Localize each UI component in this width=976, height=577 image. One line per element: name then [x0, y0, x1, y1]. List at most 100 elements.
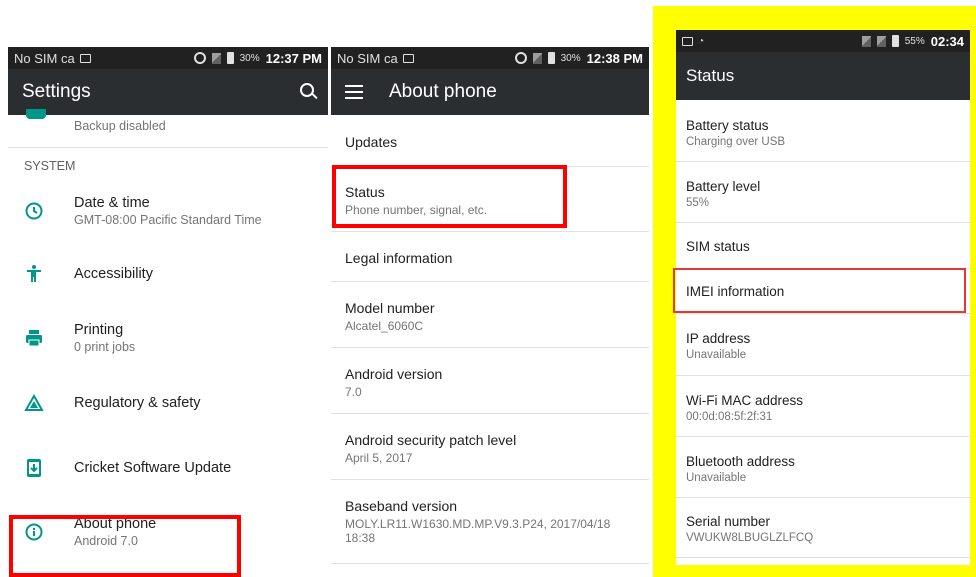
- info-icon: [25, 523, 43, 541]
- item-subtitle: Unavailable: [686, 472, 747, 484]
- item-label: Updates: [345, 134, 398, 150]
- status-bar: ◔ 55% 02:34: [676, 30, 970, 52]
- item-subtitle: VWUKW8LBUGLZLFCQ: [686, 532, 814, 544]
- clock-time: 12:37 PM: [265, 50, 322, 66]
- item-subtitle: Charging over USB: [686, 136, 786, 148]
- status-item-ip-address[interactable]: IP address Unavailable: [676, 314, 970, 376]
- item-subtitle: 55%: [686, 197, 710, 209]
- no-signal-icon: [532, 52, 542, 64]
- no-sim-icon: [876, 35, 886, 47]
- settings-item-date-time[interactable]: Date & time GMT-08:00 Pacific Standard T…: [8, 180, 328, 242]
- item-label: About phone: [74, 516, 157, 532]
- item-label: Baseband version: [345, 498, 458, 514]
- about-item-status[interactable]: Status Phone number, signal, etc.: [331, 167, 649, 232]
- item-label: Legal information: [345, 250, 453, 266]
- app-bar: Status: [676, 52, 970, 100]
- item-label: Battery status: [686, 118, 769, 133]
- app-bar: Settings: [8, 69, 328, 115]
- item-label: Regulatory & safety: [74, 395, 201, 411]
- clock-icon: [25, 202, 43, 220]
- item-subtitle: Unavailable: [686, 349, 747, 361]
- item-subtitle: 7.0: [345, 385, 362, 399]
- item-label: Cricket Software Update: [74, 460, 232, 476]
- nfc-icon: [193, 52, 206, 64]
- about-item-android-version[interactable]: Android version 7.0: [331, 348, 649, 414]
- settings-item-about-phone[interactable]: About phone Android 7.0: [8, 500, 328, 564]
- item-subtitle: MOLY.LR11.W1630.MD.MP.V9.3.P24, 2017/04/…: [345, 517, 611, 545]
- about-phone-screen: No SIM ca 30% 12:38 PM About phone Updat…: [331, 47, 649, 577]
- item-label: Accessibility: [74, 266, 153, 282]
- about-item-model[interactable]: Model number Alcatel_6060C: [331, 282, 649, 348]
- item-label: Battery level: [686, 179, 761, 194]
- page-title: Status: [686, 66, 735, 85]
- clock-time: 02:34: [930, 33, 964, 49]
- carrier-label: No SIM ca: [337, 50, 398, 66]
- item-label: Model number: [345, 300, 435, 316]
- section-header-system: SYSTEM: [24, 159, 76, 173]
- backup-item[interactable]: Backup disabled: [8, 109, 328, 148]
- carrier-label: No SIM ca: [14, 50, 75, 66]
- backup-icon: [26, 109, 46, 119]
- battery-charging-icon: [891, 35, 899, 47]
- clock-time: 12:38 PM: [586, 50, 643, 66]
- page-title: About phone: [389, 81, 497, 102]
- status-item-bluetooth[interactable]: Bluetooth address Unavailable: [676, 437, 970, 498]
- about-item-baseband[interactable]: Baseband version MOLY.LR11.W1630.MD.MP.V…: [331, 480, 649, 564]
- status-item-battery-status[interactable]: Battery status Charging over USB: [676, 100, 970, 162]
- status-list: Battery status Charging over USB Battery…: [676, 100, 970, 558]
- search-icon[interactable]: [298, 81, 320, 103]
- item-label: Serial number: [686, 514, 771, 529]
- battery-percent: 30%: [560, 52, 581, 64]
- image-notification-icon: [402, 53, 414, 63]
- status-item-wifi-mac[interactable]: Wi-Fi MAC address 00:0d:08:5f:2f:31: [676, 376, 970, 437]
- menu-icon[interactable]: [345, 84, 365, 100]
- image-notification-icon: [682, 36, 693, 46]
- item-subtitle: Phone number, signal, etc.: [345, 203, 488, 217]
- settings-screen: No SIM ca 30% 12:37 PM Settings Backup d…: [8, 47, 328, 577]
- settings-item-regulatory[interactable]: Regulatory & safety: [8, 370, 328, 436]
- item-label: Status: [345, 184, 385, 200]
- item-subtitle: April 5, 2017: [345, 451, 413, 465]
- item-subtitle: 00:0d:08:5f:2f:31: [686, 411, 773, 423]
- item-label: Date & time: [74, 195, 150, 211]
- item-label: Android security patch level: [345, 432, 517, 448]
- item-subtitle: Android 7.0: [74, 534, 138, 548]
- regulatory-icon: [24, 393, 44, 411]
- status-item-serial[interactable]: Serial number VWUKW8LBUGLZLFCQ: [676, 498, 970, 558]
- status-bar: No SIM ca 30% 12:37 PM: [8, 47, 328, 69]
- status-item-battery-level[interactable]: Battery level 55%: [676, 162, 970, 223]
- settings-item-software-update[interactable]: Cricket Software Update: [8, 436, 328, 500]
- status-item-imei[interactable]: IMEI information: [676, 269, 970, 314]
- item-label: Printing: [74, 322, 124, 338]
- about-item-legal[interactable]: Legal information: [331, 232, 649, 282]
- settings-item-accessibility[interactable]: Accessibility: [8, 242, 328, 306]
- print-icon: [26, 330, 42, 347]
- wifi-icon: ◔: [698, 35, 705, 47]
- item-subtitle: Alcatel_6060C: [345, 319, 424, 333]
- item-label: SIM status: [686, 239, 750, 254]
- system-update-icon: [27, 459, 41, 477]
- about-phone-list: Updates Status Phone number, signal, etc…: [331, 115, 649, 564]
- about-item-updates[interactable]: Updates: [331, 115, 649, 167]
- item-label: Bluetooth address: [686, 454, 795, 469]
- nfc-icon: [514, 52, 527, 64]
- backup-subtitle: Backup disabled: [74, 119, 166, 133]
- accessibility-icon: [27, 265, 41, 282]
- no-signal-icon: [861, 35, 871, 47]
- item-label: Android version: [345, 366, 443, 382]
- image-notification-icon: [79, 53, 91, 63]
- battery-icon: [547, 52, 555, 64]
- settings-item-printing[interactable]: Printing 0 print jobs: [8, 306, 328, 370]
- item-label: IP address: [686, 331, 751, 346]
- settings-list: Backup disabled SYSTEM Date & time GMT-0…: [8, 109, 328, 564]
- app-bar: About phone: [331, 69, 649, 115]
- item-label: Wi-Fi MAC address: [686, 393, 804, 408]
- item-subtitle: 0 print jobs: [74, 340, 136, 354]
- page-title: Settings: [22, 81, 91, 102]
- status-item-sim-status[interactable]: SIM status: [676, 223, 970, 269]
- item-label: IMEI information: [686, 284, 785, 299]
- battery-percent: 30%: [239, 52, 260, 64]
- battery-percent: 55%: [904, 35, 925, 47]
- status-bar: No SIM ca 30% 12:38 PM: [331, 47, 649, 69]
- about-item-security-patch[interactable]: Android security patch level April 5, 20…: [331, 414, 649, 480]
